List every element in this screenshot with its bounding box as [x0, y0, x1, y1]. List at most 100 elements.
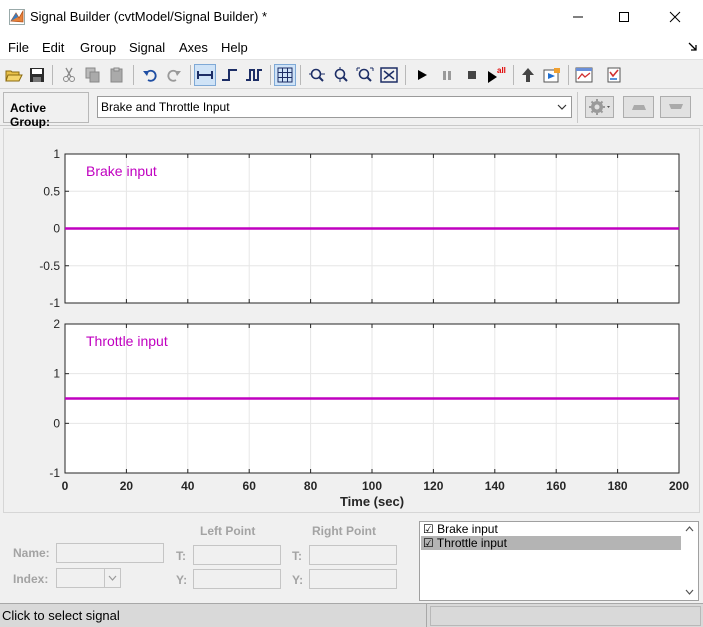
left-t-label: T: — [176, 549, 186, 563]
show-verification-icon — [607, 67, 621, 83]
left-point-y-field[interactable] — [193, 569, 281, 589]
menu-group[interactable]: Group — [80, 40, 116, 55]
chevron-down-icon — [104, 569, 120, 587]
maximize-icon — [619, 12, 629, 22]
dock-arrow-icon[interactable] — [688, 41, 698, 51]
fit-all-button[interactable] — [378, 64, 400, 86]
show-verification-button[interactable] — [603, 64, 625, 86]
menu-file[interactable]: File — [8, 40, 29, 55]
signal-list-item[interactable]: ☑ Throttle input — [421, 536, 683, 550]
undo-icon — [143, 69, 157, 82]
toolbar-separator — [405, 65, 406, 85]
minimize-button[interactable] — [555, 0, 601, 34]
signal-index-select[interactable] — [56, 568, 121, 588]
right-point-t-field[interactable] — [309, 545, 397, 565]
open-icon — [5, 70, 23, 82]
menu-axes[interactable]: Axes — [179, 40, 208, 55]
maximize-button[interactable] — [601, 0, 647, 34]
step-icon — [222, 69, 237, 81]
toolbar-separator — [568, 65, 569, 85]
toolbar-separator — [190, 65, 191, 85]
menu-edit[interactable]: Edit — [42, 40, 64, 55]
active-group-label: Active Group: — [10, 101, 50, 129]
menu-signal[interactable]: Signal — [129, 40, 165, 55]
close-icon — [669, 11, 681, 23]
zoom-x-button[interactable] — [306, 64, 328, 86]
tab-up-icon — [631, 105, 646, 110]
go-to-block-button[interactable] — [517, 64, 539, 86]
open-button[interactable] — [3, 64, 25, 86]
left-y-label: Y: — [176, 573, 188, 587]
left-point-t-field[interactable] — [193, 545, 281, 565]
simulink-library-button[interactable] — [541, 64, 563, 86]
gear-icon — [588, 99, 610, 115]
constant-segment-icon — [197, 71, 213, 79]
paste-button[interactable] — [106, 64, 128, 86]
x-tick-label: 100 — [362, 479, 382, 493]
tab-down-icon — [668, 104, 683, 109]
status-left: Click to select signal — [0, 604, 427, 627]
redo-button[interactable] — [163, 64, 185, 86]
signal-list-item[interactable]: ☑ Brake input — [421, 522, 683, 536]
grid-icon — [277, 67, 293, 83]
copy-button[interactable] — [82, 64, 104, 86]
cut-icon — [63, 67, 75, 82]
cut-button[interactable] — [58, 64, 80, 86]
zoom-y-button[interactable] — [330, 64, 352, 86]
toolbar-separator — [513, 65, 514, 85]
group-settings-button[interactable] — [585, 96, 614, 118]
signal-name-field[interactable] — [56, 543, 164, 563]
fit-all-icon — [380, 67, 398, 83]
pulse-button[interactable] — [243, 64, 265, 86]
stop-button[interactable] — [461, 64, 483, 86]
right-t-label: T: — [292, 549, 302, 563]
y-tick-label: 0 — [53, 222, 60, 236]
go-to-block-icon — [522, 68, 534, 82]
status-text: Click to select signal — [2, 608, 120, 623]
run-button[interactable] — [411, 64, 433, 86]
zoom-xy-button[interactable] — [354, 64, 376, 86]
run-icon — [418, 70, 427, 80]
close-button[interactable] — [652, 0, 698, 34]
grid-button[interactable] — [274, 64, 296, 86]
index-label: Index: — [13, 572, 49, 586]
run-all-button[interactable]: all — [486, 64, 510, 86]
list-scrollbar[interactable] — [681, 522, 698, 600]
x-axis-label: Time (sec) — [340, 494, 404, 509]
signal-axes[interactable]: 10.50-0.5-1Brake input210-1Throttle inpu… — [4, 129, 701, 514]
constant-segment-button[interactable] — [194, 64, 216, 86]
save-button[interactable] — [26, 64, 48, 86]
zoom-x-icon — [309, 68, 325, 82]
zoom-xy-icon — [356, 67, 374, 82]
right-y-label: Y: — [292, 573, 304, 587]
toolbar-separator — [133, 65, 134, 85]
x-tick-label: 80 — [304, 479, 318, 493]
undo-button[interactable] — [139, 64, 161, 86]
plot-panel: 1 0.5 0 -0.5 -1 Brake input 2 1 0 -1 Throttle inpu… — [3, 128, 700, 513]
zoom-y-icon — [334, 67, 348, 82]
x-tick-label: 120 — [423, 479, 443, 493]
active-group-label-box: Active Group: — [3, 92, 89, 129]
menu-help[interactable]: Help — [221, 40, 248, 55]
signal-label: Brake input — [86, 163, 157, 179]
x-tick-label: 40 — [181, 479, 195, 493]
chevron-down-icon — [553, 97, 571, 117]
status-right — [430, 606, 701, 626]
signal-list[interactable]: ☑ Brake input ☑ Throttle input — [419, 521, 699, 601]
y-tick-label: -0.5 — [39, 259, 60, 273]
signal-label: Throttle input — [86, 333, 168, 349]
signal-editor-button[interactable] — [573, 64, 595, 86]
toolbar-separator — [52, 65, 53, 85]
scroll-arrows-icon — [685, 526, 694, 595]
toolbar-separator — [270, 65, 271, 85]
groupbar-separator — [577, 92, 578, 123]
status-bar: Click to select signal — [0, 603, 703, 627]
active-group-select[interactable]: Brake and Throttle Input — [97, 96, 572, 118]
save-icon — [30, 68, 44, 82]
pause-button[interactable] — [436, 64, 458, 86]
step-button[interactable] — [219, 64, 241, 86]
next-group-button[interactable] — [660, 96, 691, 118]
right-point-y-field[interactable] — [309, 569, 397, 589]
previous-group-button[interactable] — [623, 96, 654, 118]
run-all-badge: all — [497, 66, 506, 75]
